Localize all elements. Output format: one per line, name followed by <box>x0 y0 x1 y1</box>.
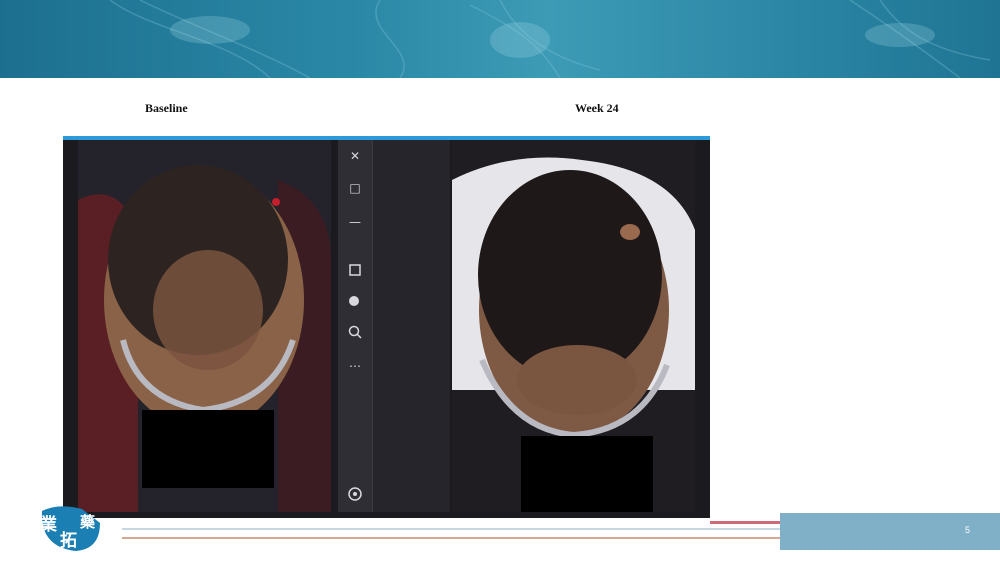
header-banner <box>0 0 1000 78</box>
footer-rule-tan <box>122 537 840 539</box>
footer-rule-blue <box>122 528 840 530</box>
image-viewer-toolbar: ✕ □ — ⋯ <box>338 140 450 512</box>
redaction-box-week-24 <box>521 436 653 512</box>
zoom-out-icon[interactable] <box>347 324 363 340</box>
maximize-icon[interactable]: □ <box>347 180 363 196</box>
page-number: 5 <box>964 525 970 535</box>
close-icon[interactable]: ✕ <box>347 148 363 164</box>
baseline-label: Baseline <box>145 101 188 115</box>
banner-texture <box>109 0 991 78</box>
crop-icon[interactable] <box>347 262 363 278</box>
company-logo: 業 拓 藥 <box>38 503 102 553</box>
page-number-box: 5 <box>780 513 1000 550</box>
info-icon[interactable] <box>347 486 363 502</box>
redaction-box-baseline <box>142 410 274 488</box>
more-icon[interactable]: ⋯ <box>347 358 363 374</box>
logo-char-3: 藥 <box>80 513 96 531</box>
logo-char-1: 業 <box>40 515 57 535</box>
week-24-label: Week 24 <box>575 101 619 115</box>
zoom-in-icon[interactable] <box>347 294 363 310</box>
minimize-icon[interactable]: — <box>347 214 363 230</box>
logo-char-2: 拓 <box>60 531 77 551</box>
viewer-side-panel: ✕ □ — ⋯ <box>338 140 373 512</box>
